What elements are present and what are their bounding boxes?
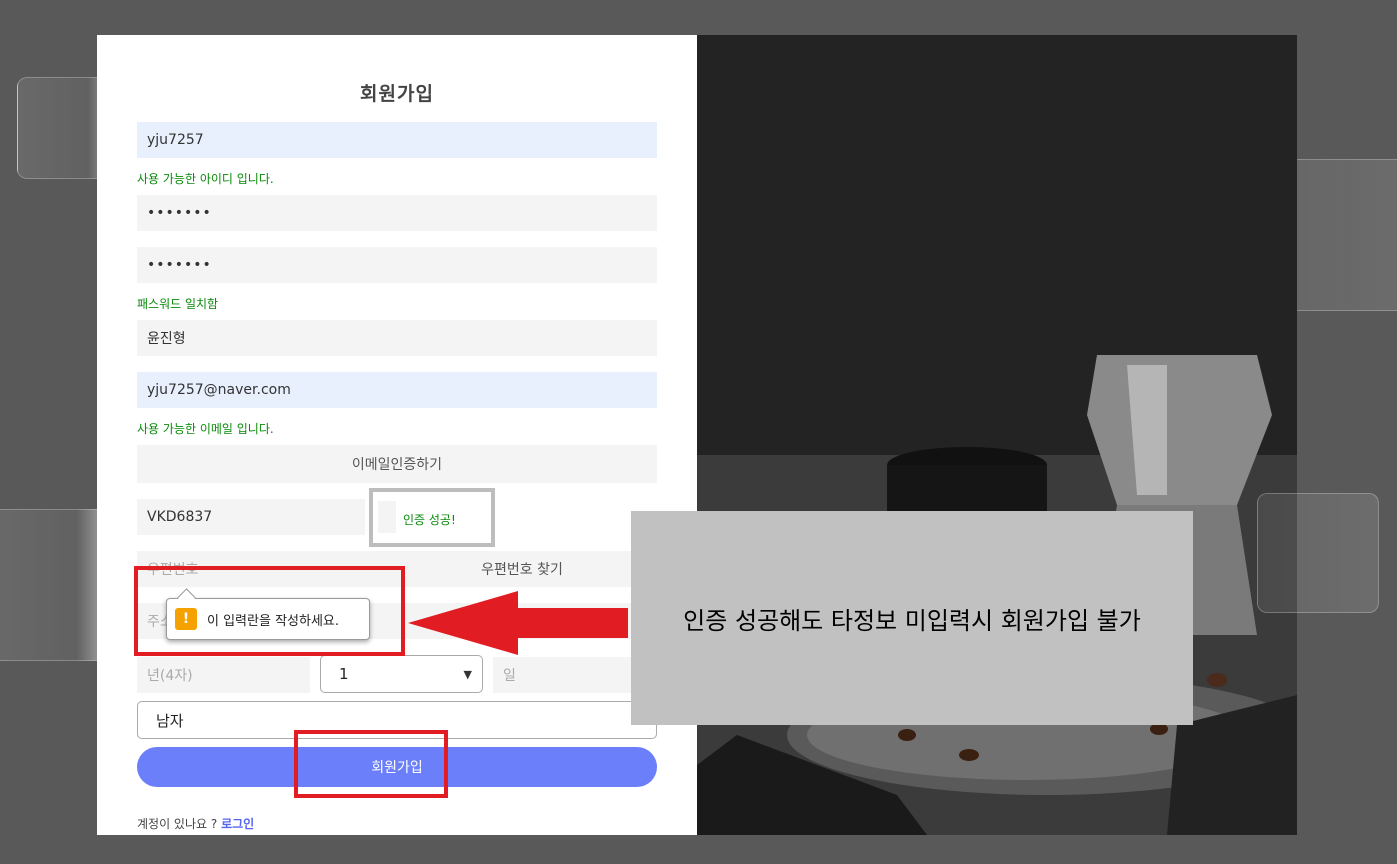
chevron-down-icon: ▼ [463,667,472,681]
userid-status-text: 사용 가능한 아이디 입니다. [137,172,274,186]
required-field-tooltip: ! 이 입력란을 작성하세요. [166,598,370,640]
verify-highlight-box [369,488,495,547]
login-prompt-text: 계정이 있나요 ? [137,817,218,831]
email-verify-button[interactable]: 이메일인증하기 [137,445,657,483]
verify-code-input[interactable]: VKD6837 [137,499,365,535]
tooltip-text: 이 입력란을 작성하세요. [207,613,339,629]
password-status-text: 패스워드 일치함 [137,297,219,311]
email-status-text: 사용 가능한 이메일 입니다. [137,422,274,436]
birth-month-value: 1 [339,665,349,683]
decorative-glass-panel [1257,493,1379,613]
login-prompt: 계정이 있나요 ? 로그인 [137,815,254,832]
gender-value: 남자 [156,711,184,730]
userid-input[interactable]: yju7257 [137,122,657,158]
submit-highlight-box [294,730,448,798]
annotation-callout: 인증 성공해도 타정보 미입력시 회원가입 불가 [631,511,1193,725]
name-input[interactable]: 윤진형 [137,320,657,356]
password-input[interactable]: ••••••• [137,195,657,231]
signup-card: 회원가입 yju7257 사용 가능한 아이디 입니다. ••••••• •••… [97,35,697,835]
red-arrow [408,591,628,655]
login-link[interactable]: 로그인 [221,817,254,831]
birth-month-select[interactable]: 1 ▼ [320,655,483,693]
password-confirm-input[interactable]: ••••••• [137,247,657,283]
email-input[interactable]: yju7257@naver.com [137,372,657,408]
page-title: 회원가입 [360,83,434,105]
warning-icon: ! [175,608,197,630]
birth-year-input[interactable]: 년(4자) [137,657,310,693]
postcode-search-button[interactable]: 우편번호 찾기 [387,551,657,587]
